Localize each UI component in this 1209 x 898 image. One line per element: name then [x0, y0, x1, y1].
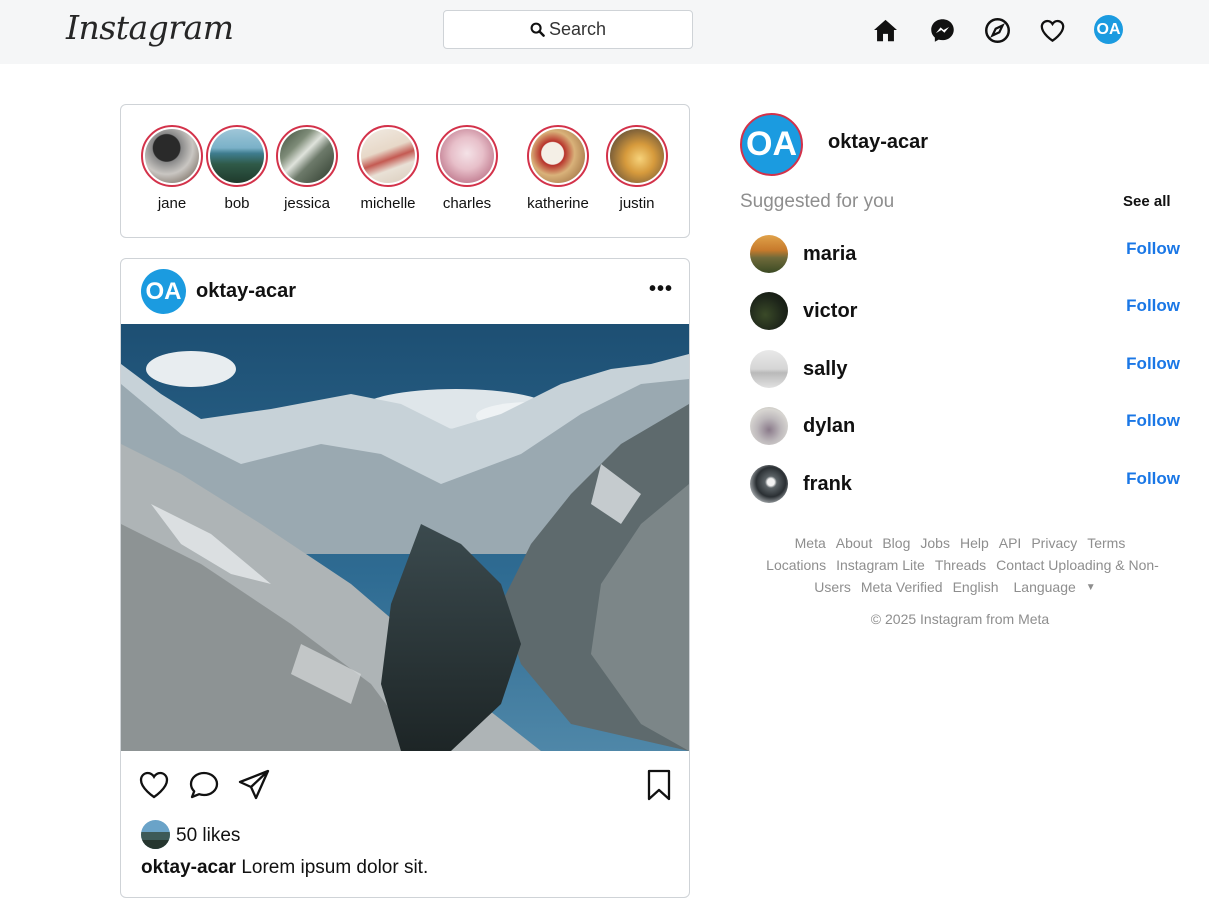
liker-avatar — [141, 820, 170, 849]
compass-icon[interactable] — [983, 16, 1011, 44]
heart-icon[interactable] — [1038, 16, 1066, 44]
stories-bar: jane bob jessica michelle charles kather… — [120, 104, 690, 238]
top-navbar: Instagram Search OA — [0, 0, 1209, 64]
story-avatar — [436, 125, 498, 187]
story-item[interactable]: bob — [197, 125, 277, 212]
story-name: jessica — [284, 195, 330, 212]
comment-icon[interactable] — [187, 768, 221, 802]
story-avatar — [606, 125, 668, 187]
footer-link[interactable]: Meta Verified — [861, 579, 943, 595]
like-heart-icon[interactable] — [137, 768, 171, 802]
more-options-icon[interactable]: ••• — [649, 279, 673, 305]
post-author-avatar[interactable]: OA — [141, 269, 186, 314]
footer-link[interactable]: About — [836, 535, 873, 551]
language-label: Language — [1013, 579, 1076, 595]
story-name: katherine — [527, 195, 589, 212]
suggested-heading: Suggested for you — [740, 191, 895, 212]
follow-button[interactable]: Follow — [1126, 239, 1180, 259]
messenger-icon[interactable] — [928, 16, 956, 44]
footer-links: Meta About Blog Jobs Help API Privacy Terms Loc… — [755, 532, 1165, 601]
share-icon[interactable] — [237, 768, 271, 802]
story-avatar — [527, 125, 589, 187]
story-name: charles — [442, 195, 492, 212]
story-name: justin — [619, 195, 655, 212]
follow-button[interactable]: Follow — [1126, 296, 1180, 316]
footer-link[interactable]: Privacy — [1031, 535, 1077, 551]
post-caption: oktay-acar Lorem ipsum dolor sit. — [141, 857, 428, 879]
suggestion-avatar[interactable] — [750, 407, 788, 445]
footer-link[interactable]: Blog — [882, 535, 910, 551]
follow-button[interactable]: Follow — [1126, 411, 1180, 431]
suggestion-avatar[interactable] — [750, 235, 788, 273]
suggestion-row: victor Follow — [750, 292, 1182, 332]
footer-link[interactable]: Instagram Lite — [836, 557, 925, 573]
caption-username[interactable]: oktay-acar — [141, 857, 236, 878]
feed-post: OA oktay-acar ••• 50 likes oktay-acar Lo… — [120, 258, 690, 898]
footer-link[interactable]: Threads — [935, 557, 986, 573]
follow-button[interactable]: Follow — [1126, 354, 1180, 374]
suggestion-name[interactable]: frank — [803, 473, 852, 496]
footer-link[interactable]: Meta — [795, 535, 826, 551]
story-avatar — [276, 125, 338, 187]
suggestion-row: sally Follow — [750, 350, 1182, 390]
bookmark-icon[interactable] — [642, 768, 676, 802]
caption-text: Lorem ipsum dolor sit. — [236, 857, 429, 878]
footer-link[interactable]: Terms — [1087, 535, 1125, 551]
story-avatar — [357, 125, 419, 187]
suggestion-avatar[interactable] — [750, 465, 788, 503]
story-avatar — [141, 125, 203, 187]
story-item[interactable]: michelle — [348, 125, 428, 212]
sidebar-profile-name[interactable]: oktay-acar — [828, 131, 928, 154]
search-icon — [530, 22, 545, 37]
copyright: © 2025 Instagram from Meta — [870, 611, 1050, 627]
suggestion-avatar[interactable] — [750, 350, 788, 388]
story-name: jane — [157, 195, 187, 212]
footer-link[interactable]: API — [999, 535, 1022, 551]
story-item[interactable]: jessica — [267, 125, 347, 212]
suggestion-row: dylan Follow — [750, 407, 1182, 447]
suggestion-name[interactable]: maria — [803, 243, 856, 266]
follow-button[interactable]: Follow — [1126, 469, 1180, 489]
suggestion-row: maria Follow — [750, 235, 1182, 275]
suggestion-name[interactable]: dylan — [803, 415, 855, 438]
suggestion-row: frank Follow — [750, 465, 1182, 505]
suggestion-avatar[interactable] — [750, 292, 788, 330]
footer-link[interactable]: Jobs — [920, 535, 950, 551]
story-item[interactable]: katherine — [518, 125, 598, 212]
story-avatar — [206, 125, 268, 187]
post-image[interactable] — [121, 324, 689, 751]
chevron-down-icon: ▼ — [1085, 582, 1096, 593]
story-name: bob — [224, 195, 250, 212]
suggestion-name[interactable]: sally — [803, 358, 847, 381]
profile-avatar-nav[interactable]: OA — [1094, 15, 1123, 44]
footer-link[interactable]: English — [953, 579, 999, 595]
likes-count[interactable]: 50 likes — [176, 825, 240, 847]
post-author-name[interactable]: oktay-acar — [196, 280, 296, 303]
footer-link[interactable]: Help — [960, 535, 989, 551]
story-item[interactable]: charles — [427, 125, 507, 212]
see-all-link[interactable]: See all — [1123, 193, 1171, 210]
footer-link[interactable]: Locations — [766, 557, 826, 573]
search-label: Search — [548, 19, 607, 39]
instagram-logo[interactable]: Instagram — [66, 8, 234, 47]
suggestion-name[interactable]: victor — [803, 300, 857, 323]
story-name: michelle — [360, 195, 416, 212]
sidebar-profile-avatar[interactable]: OA — [740, 113, 803, 176]
home-icon[interactable] — [871, 16, 899, 44]
language-selector[interactable]: Language ▼ — [1009, 579, 1101, 595]
story-item[interactable]: justin — [597, 125, 677, 212]
search-input[interactable]: Search — [443, 10, 693, 49]
